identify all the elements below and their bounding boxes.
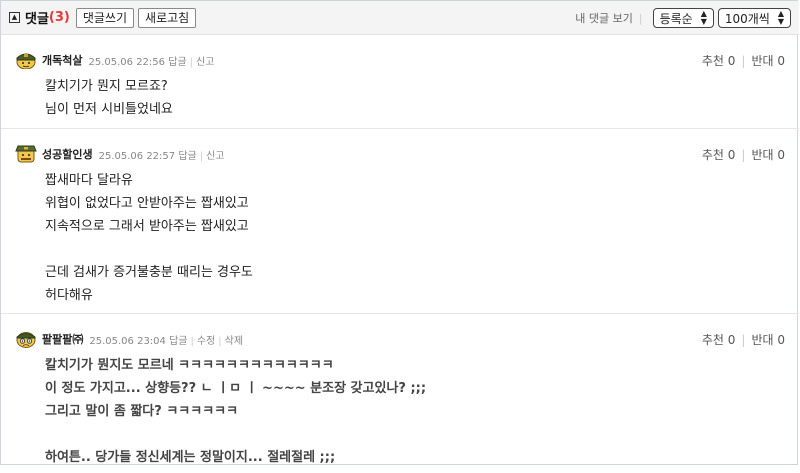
comment-line: 이 정도 가지고... 상향등?? ㄴ ㅣㅁ ㅣ ~~~~ 분조장 갖고있나? …: [45, 381, 427, 396]
comment-time: 25.05.06 22:56: [88, 56, 166, 68]
recommend-button[interactable]: 추천 0: [702, 333, 736, 347]
oppose-button[interactable]: 반대 0: [751, 54, 785, 68]
comment-line: 하여튼.. 당가들 정신세계는 정말이지... 절레절레 ;;;: [45, 450, 336, 465]
sort-select-value: 등록순: [659, 11, 693, 26]
comment-title: 댓글: [25, 12, 49, 27]
per-page-select[interactable]: 100개씩 ▲ ▼: [717, 8, 791, 28]
reply-link[interactable]: 답글: [168, 57, 186, 68]
comment-body: 칼치기가 뭔지도 모르네 ㅋㅋㅋㅋㅋㅋㅋㅋㅋㅋㅋㅋㅋ 이 정도 가지고... 상…: [45, 354, 785, 469]
comment-author[interactable]: 성공할인생: [42, 146, 93, 162]
comment-body: 칼치기가 뭔지 모르죠? 님이 먼저 시비틀었네요: [45, 75, 785, 121]
vote-area: 추천 0 | 반대 0: [701, 54, 785, 68]
comment-item: 성공할인생 25.05.06 22:57 답글 | 신고 추천 0 | 반대 0 짭새마…: [1, 128, 799, 313]
collapse-toggle-icon[interactable]: ▲: [9, 12, 20, 23]
sort-select[interactable]: 등록순 ▲ ▼: [652, 8, 714, 28]
comment-line: 님이 먼저 시비틀었네요: [45, 102, 173, 117]
comment-count: (3): [48, 10, 70, 25]
report-link[interactable]: 신고: [196, 57, 214, 68]
divider: |: [638, 11, 643, 25]
recommend-button[interactable]: 추천 0: [702, 54, 736, 68]
delete-link[interactable]: 삭제: [225, 336, 243, 347]
soldier-avatar-icon: [16, 332, 36, 348]
comment-line: 위협이 없었다고 안받아주는 짭새있고: [45, 196, 249, 211]
comment-line: 지속적으로 그래서 받아주는 짭새있고: [45, 219, 249, 234]
comment-line: 허다해유: [45, 288, 93, 303]
report-link[interactable]: 신고: [206, 151, 224, 162]
comment-meta: 25.05.06 23:04 답글 | 수정 | 삭제: [89, 335, 244, 347]
soldier-avatar-icon: [16, 53, 36, 69]
comment-section: ▲ 댓글 (3) 댓글쓰기 새로고침 내 댓글 보기 | 등록순 ▲ ▼ 100개…: [0, 0, 799, 465]
comment-line: 짭새마다 달라유: [45, 173, 133, 188]
edit-link[interactable]: 수정: [197, 336, 215, 347]
comment-item: 팔팔팔㈜ 25.05.06 23:04 답글 | 수정 | 삭제 추천 0 | 반대 0 칼…: [1, 313, 799, 473]
comment-toolbar: ▲ 댓글 (3) 댓글쓰기 새로고침 내 댓글 보기 | 등록순 ▲ ▼ 100개…: [1, 1, 799, 35]
comment-list: 개독척살 25.05.06 22:56 답글 | 신고 추천 0 | 반대 0 칼치기가…: [1, 35, 799, 473]
comment-time: 25.05.06 23:04: [89, 335, 166, 347]
comment-meta: 25.05.06 22:57 답글 | 신고: [98, 150, 225, 162]
oppose-button[interactable]: 반대 0: [751, 333, 785, 347]
oppose-button[interactable]: 반대 0: [751, 148, 785, 162]
comment-line: 칼치기가 뭔지 모르죠?: [45, 79, 168, 94]
reply-link[interactable]: 답글: [178, 151, 196, 162]
comment-body: 짭새마다 달라유 위협이 없었다고 안받아주는 짭새있고 지속적으로 그래서 받…: [45, 169, 785, 307]
comment-author[interactable]: 팔팔팔㈜: [42, 331, 83, 347]
comment-time: 25.05.06 22:57: [98, 150, 176, 162]
comment-line: 근데 검새가 증거불충분 때리는 경우도: [45, 265, 253, 280]
per-page-select-value: 100개씩: [724, 11, 770, 26]
comment-author[interactable]: 개독척살: [42, 52, 82, 68]
vote-area: 추천 0 | 반대 0: [701, 148, 785, 162]
comment-meta: 25.05.06 22:56 답글 | 신고: [88, 56, 215, 68]
write-comment-button[interactable]: 댓글쓰기: [75, 7, 135, 28]
comment-line: [45, 238, 785, 261]
vote-area: 추천 0 | 반대 0: [701, 333, 785, 347]
comment-item: 개독척살 25.05.06 22:56 답글 | 신고 추천 0 | 반대 0 칼치기가…: [1, 35, 799, 128]
comment-line: [45, 423, 785, 446]
my-comments-link[interactable]: 내 댓글 보기: [575, 10, 633, 26]
recommend-button[interactable]: 추천 0: [702, 148, 736, 162]
comment-line: 그리고 말이 좀 짧다? ㅋㅋㅋㅋㅋㅋ: [45, 404, 239, 419]
reply-link[interactable]: 답글: [169, 336, 187, 347]
select-arrows-icon: ▲ ▼: [700, 9, 707, 26]
soldier-avatar-icon: [15, 145, 37, 163]
comment-line: 칼치기가 뭔지도 모르네 ㅋㅋㅋㅋㅋㅋㅋㅋㅋㅋㅋㅋㅋ: [45, 358, 334, 373]
select-arrows-icon: ▲ ▼: [777, 9, 784, 26]
refresh-button[interactable]: 새로고침: [138, 7, 197, 28]
